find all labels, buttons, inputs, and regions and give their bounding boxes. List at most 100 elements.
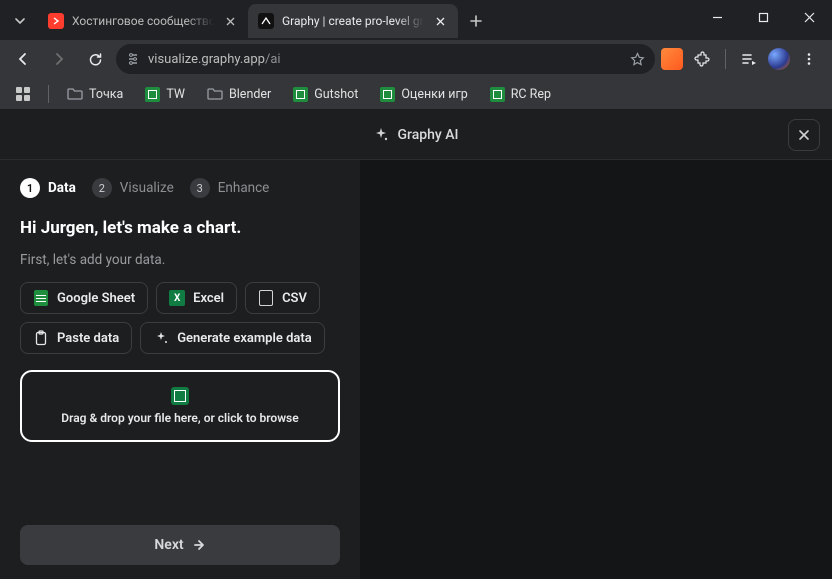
tab-favicon [48, 13, 64, 29]
browser-menu-button[interactable] [794, 44, 824, 74]
step-number: 2 [92, 178, 112, 198]
sheets-icon [293, 87, 308, 102]
step-data[interactable]: 1 Data [20, 178, 76, 198]
bookmark-label: Точка [89, 87, 123, 102]
folder-icon [67, 87, 83, 101]
dropzone-label: Drag & drop your file here, or click to … [61, 411, 298, 425]
kebab-icon [802, 52, 816, 66]
window-maximize-button[interactable] [740, 0, 786, 34]
extensions-button[interactable] [687, 44, 717, 74]
spreadsheet-icon [171, 387, 189, 405]
source-excel-button[interactable]: Excel [156, 282, 237, 314]
url-host: visualize.graphy.app [148, 52, 265, 67]
tab-close-button[interactable] [432, 13, 448, 29]
close-panel-button[interactable] [788, 119, 820, 151]
toolbar-right-icons [661, 44, 824, 74]
tab-title: Хостинговое сообщество «Tin [72, 14, 214, 28]
puzzle-icon [694, 51, 710, 67]
left-pane: 1 Data 2 Visualize 3 Enhance Hi Jurgen, … [0, 160, 360, 579]
window-close-button[interactable] [786, 0, 832, 34]
source-generate-button[interactable]: Generate example data [140, 322, 325, 354]
bookmark-item[interactable]: Gutshot [285, 83, 366, 106]
bookmark-star-button[interactable] [630, 52, 645, 67]
bookmark-label: RC Rep [511, 87, 551, 102]
bookmark-label: Оценки игр [401, 87, 467, 102]
nav-forward-button[interactable] [44, 44, 74, 74]
bookmark-item[interactable]: RC Rep [482, 83, 559, 106]
source-google-sheet-button[interactable]: Google Sheet [20, 282, 148, 314]
tab-favicon [258, 13, 274, 29]
greeting-heading: Hi Jurgen, let's make a chart. [20, 218, 340, 238]
pill-label: Paste data [57, 331, 119, 346]
step-label: Visualize [120, 180, 174, 196]
extension-icon[interactable] [661, 48, 683, 70]
app-brand-label: Graphy AI [397, 127, 458, 143]
step-visualize[interactable]: 2 Visualize [92, 178, 174, 198]
arrow-right-icon [192, 538, 206, 552]
app-brand: Graphy AI [373, 127, 458, 143]
media-control-button[interactable] [734, 44, 764, 74]
sheets-icon [490, 87, 505, 102]
window-controls [694, 0, 832, 34]
profile-avatar-button[interactable] [768, 48, 790, 70]
bookmarks-divider [48, 85, 49, 103]
close-icon [798, 129, 810, 141]
star-icon [630, 52, 645, 67]
sheets-icon [380, 87, 395, 102]
source-csv-button[interactable]: CSV [245, 282, 320, 314]
data-source-row-2: Paste data Generate example data [20, 322, 340, 354]
clipboard-icon [33, 330, 49, 346]
subtext: First, let's add your data. [20, 252, 340, 268]
minimize-icon [712, 12, 723, 23]
window-minimize-button[interactable] [694, 0, 740, 34]
new-tab-button[interactable] [462, 7, 490, 35]
nav-reload-button[interactable] [80, 44, 110, 74]
step-enhance[interactable]: 3 Enhance [190, 178, 270, 198]
next-label: Next [154, 537, 183, 553]
pill-label: Google Sheet [57, 291, 135, 306]
tune-icon [126, 52, 140, 66]
reload-icon [88, 52, 103, 67]
arrow-left-icon [15, 51, 31, 67]
pill-label: CSV [282, 291, 307, 306]
browser-toolbar: visualize.graphy.app/ai [0, 40, 832, 78]
excel-icon [169, 290, 185, 306]
bookmark-item[interactable]: TW [137, 83, 193, 106]
step-label: Data [48, 180, 76, 196]
tab-search-dropdown[interactable] [6, 7, 34, 35]
apps-button[interactable] [8, 83, 38, 105]
step-label: Enhance [218, 180, 270, 196]
tab-active[interactable]: Graphy | create pro-level graph [248, 4, 458, 38]
step-number: 1 [20, 178, 40, 198]
tab-close-button[interactable] [222, 13, 238, 29]
tab-inactive-0[interactable]: Хостинговое сообщество «Tin [38, 4, 248, 38]
folder-icon [207, 87, 223, 101]
bookmark-folder[interactable]: Blender [199, 83, 279, 106]
bookmark-folder[interactable]: Точка [59, 83, 131, 106]
page-content: Graphy AI 1 Data 2 Visualize 3 Enhance [0, 110, 832, 579]
address-bar[interactable]: visualize.graphy.app/ai [116, 44, 655, 74]
source-paste-button[interactable]: Paste data [20, 322, 132, 354]
bookmark-item[interactable]: Оценки игр [372, 83, 475, 106]
pill-label: Generate example data [177, 331, 312, 346]
pill-label: Excel [193, 291, 224, 306]
arrow-right-icon [51, 51, 67, 67]
nav-back-button[interactable] [8, 44, 38, 74]
chevron-right-icon [52, 17, 60, 25]
step-number: 3 [190, 178, 210, 198]
tab-title: Graphy | create pro-level graph [282, 14, 424, 28]
bookmark-label: Blender [229, 87, 271, 102]
app-split: 1 Data 2 Visualize 3 Enhance Hi Jurgen, … [0, 160, 832, 579]
window-titlebar: Хостинговое сообщество «Tin Graphy | cre… [0, 0, 832, 40]
preview-pane [360, 160, 832, 579]
close-icon [804, 12, 815, 23]
file-dropzone[interactable]: Drag & drop your file here, or click to … [20, 370, 340, 442]
graphy-favicon-icon [261, 16, 271, 26]
plus-icon [470, 15, 482, 27]
url-text: visualize.graphy.app/ai [148, 52, 622, 67]
next-button[interactable]: Next [20, 525, 340, 565]
tab-strip: Хостинговое сообщество «Tin Graphy | cre… [0, 0, 694, 36]
close-icon [436, 17, 445, 26]
wizard-steps: 1 Data 2 Visualize 3 Enhance [20, 178, 340, 198]
site-info-button[interactable] [126, 52, 140, 66]
